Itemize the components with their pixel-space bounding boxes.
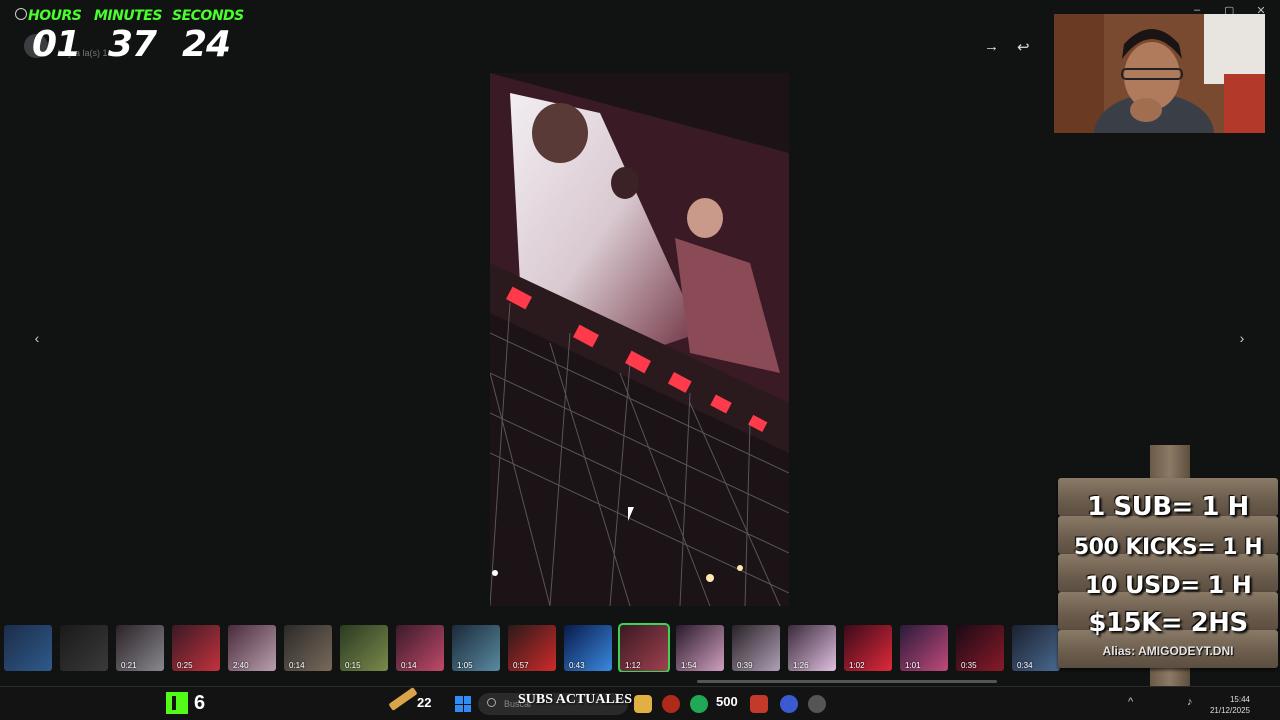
obs-icon[interactable] [808, 695, 826, 713]
thumbnail[interactable]: 0:25 [172, 625, 220, 671]
file-explorer-icon[interactable] [634, 695, 652, 713]
thumbnail-duration: 0:39 [737, 661, 753, 670]
thumbnail[interactable]: 0:15 [340, 625, 388, 671]
brave-icon[interactable] [662, 695, 680, 713]
thumbnail-duration: 1:02 [849, 661, 865, 670]
seconds-value: 24 [182, 24, 231, 65]
thumbnail-duration: 0:57 [513, 661, 529, 670]
thumbnail[interactable]: 1:05 [452, 625, 500, 671]
thumbnail-duration: 1:12 [625, 661, 641, 670]
sign-line-sub: 1 SUB= 1 H [1087, 492, 1249, 522]
thumbnail-scrollbar[interactable] [697, 680, 997, 683]
thumbnail-duration: 0:14 [401, 661, 417, 670]
thumbnail-duration: 0:15 [345, 661, 361, 670]
next-media-button[interactable]: › [1232, 330, 1252, 346]
thumbnail[interactable]: 0:14 [284, 625, 332, 671]
app-icon[interactable] [750, 695, 768, 713]
thumbnail-duration: 1:26 [793, 661, 809, 670]
thumbnail[interactable]: 2:40 [228, 625, 276, 671]
thumbnail-duration: 0:21 [121, 661, 137, 670]
thumbnail[interactable]: 0:57 [508, 625, 556, 671]
tray-chevron-icon[interactable]: ^ [1128, 696, 1133, 708]
pencil-icon [388, 687, 418, 711]
volume-icon[interactable]: ♪ [1187, 696, 1193, 708]
thumbnail[interactable]: 0:34 [1012, 625, 1060, 671]
thumbnail[interactable]: 0:14 [396, 625, 444, 671]
hours-value: 01 [32, 24, 81, 65]
whatsapp-taskbar-icon[interactable] [690, 695, 708, 713]
minutes-value: 37 [108, 24, 157, 65]
thumbnail-duration: 0:25 [177, 661, 193, 670]
clock-time: 15:44 [1229, 695, 1250, 704]
reply-icon[interactable]: ↩ [1017, 38, 1030, 56]
thumbnail-duration: 0:43 [569, 661, 585, 670]
kick-icon [166, 692, 188, 714]
thumbnail-duration: 0:34 [1017, 661, 1033, 670]
thumbnail[interactable]: 0:39 [732, 625, 780, 671]
thumbnail[interactable]: 1:01 [900, 625, 948, 671]
subs-title: SUBS ACTUALES [518, 692, 632, 707]
stream-timer: HOURS MINUTES SECONDS 01 37 24 [22, 4, 244, 70]
forward-icon[interactable]: → [984, 38, 999, 56]
previous-media-button[interactable]: ‹ [27, 330, 47, 346]
thumbnail[interactable]: 1:26 [788, 625, 836, 671]
media-preview[interactable] [490, 73, 789, 606]
media-thumbnail-strip: 0:21 0:25 2:40 0:14 0:15 0:14 1:05 0:57 0:43 1:12… [0, 620, 1060, 672]
subs-count: 500 [716, 694, 738, 709]
search-icon [487, 698, 496, 707]
thumbnail[interactable]: 0:21 [116, 625, 164, 671]
minutes-label: MINUTES [94, 8, 162, 24]
taskbar: 6 22 Buscar SUBS ACTUALES 500 ^ ♪ 15:44 … [0, 686, 1280, 720]
sign-line-usd: 10 USD= 1 H [1084, 571, 1252, 599]
rates-sign: 1 SUB= 1 H 500 KICKS= 1 H 10 USD= 1 H $1… [1058, 478, 1278, 668]
thumbnail[interactable] [60, 625, 108, 671]
thumbnail-duration: 2:40 [233, 661, 249, 670]
thumbnail[interactable]: 0:43 [564, 625, 612, 671]
sign-alias: Alias: AMIGODEYT.DNI [1102, 644, 1234, 658]
windows-start-icon[interactable] [455, 696, 471, 712]
concert-photo [490, 73, 789, 606]
thumbnail-duration: 0:35 [961, 661, 977, 670]
sign-line-kicks: 500 KICKS= 1 H [1073, 535, 1263, 560]
mouse-cursor [628, 507, 640, 521]
thumbnail[interactable]: 0:35 [956, 625, 1004, 671]
webcam-feed [1054, 14, 1265, 133]
sign-line-15k: $15K= 2HS [1088, 608, 1248, 638]
thumbnail[interactable]: 1:54 [676, 625, 724, 671]
thumbnail[interactable] [4, 625, 52, 671]
thumbnail-duration: 1:01 [905, 661, 921, 670]
pencil-count: 22 [417, 695, 432, 710]
streamer-video [1054, 14, 1265, 133]
thumbnail-duration: 0:14 [289, 661, 305, 670]
app-icon-blue[interactable] [780, 695, 798, 713]
seconds-label: SECONDS [172, 8, 244, 24]
thumbnail[interactable]: 1:02 [844, 625, 892, 671]
thumbnail-duration: 1:05 [457, 661, 473, 670]
screen: – ▢ ✕ hoy a la(s) 1 HOURS MINUTES SECOND… [0, 0, 1280, 720]
thumbnail-duration: 1:54 [681, 661, 697, 670]
thumbnail-selected[interactable]: 1:12 [618, 623, 670, 672]
viewer-actions: → ↩ [984, 38, 1030, 56]
kick-count: 6 [194, 692, 206, 714]
hours-label: HOURS [28, 8, 82, 24]
clock-date: 21/12/2025 [1209, 706, 1250, 715]
